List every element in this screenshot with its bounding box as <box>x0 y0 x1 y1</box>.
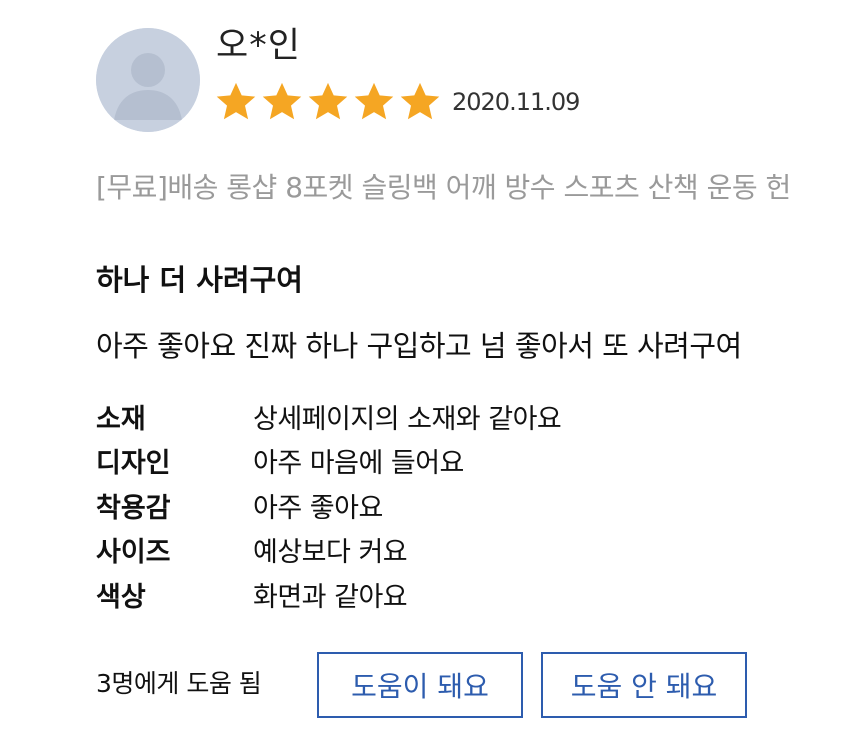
survey-answer: 아주 좋아요 <box>253 492 383 524</box>
survey-answer: 상세페이지의 소재와 같아요 <box>253 403 562 435</box>
survey-label: 디자인 <box>96 448 171 480</box>
survey-answer: 예상보다 커요 <box>253 537 408 569</box>
helpful-button[interactable]: 도움이 돼요 <box>317 652 523 718</box>
survey-row-color: 색상 화면과 같아요 <box>96 572 561 617</box>
survey-label: 색상 <box>96 581 146 613</box>
survey-answer: 화면과 같아요 <box>253 581 408 613</box>
star-icon <box>216 82 256 120</box>
reviewer-name: 오*인 <box>216 26 301 66</box>
review-card: 오*인 2020.11.09 [무료]배송 롱샵 8포켓 슬링백 어깨 방수 스… <box>0 0 860 748</box>
star-icon <box>354 82 394 120</box>
star-icon <box>308 82 348 120</box>
survey-row-fit: 착용감 아주 좋아요 <box>96 483 561 528</box>
star-rating <box>214 80 442 124</box>
star-icon <box>400 82 440 120</box>
survey-answer: 아주 마음에 들어요 <box>253 448 464 480</box>
survey-row-design: 디자인 아주 마음에 들어요 <box>96 439 561 484</box>
user-silhouette-icon <box>96 28 200 132</box>
survey-label: 소재 <box>96 403 146 435</box>
review-date: 2020.11.09 <box>452 88 580 116</box>
star-icon <box>262 82 302 120</box>
survey-row-size: 사이즈 예상보다 커요 <box>96 528 561 573</box>
survey-label: 착용감 <box>96 492 171 524</box>
survey-row-material: 소재 상세페이지의 소재와 같아요 <box>96 394 562 439</box>
survey-label: 사이즈 <box>96 537 171 569</box>
survey-table: 소재 상세페이지의 소재와 같아요 디자인 아주 마음에 들어요 착용감 아주 … <box>96 394 562 617</box>
rating-row: 2020.11.09 <box>214 80 580 124</box>
helpful-count: 3명에게 도움 됨 <box>96 669 262 698</box>
review-body: 아주 좋아요 진짜 하나 구입하고 넘 좋아서 또 사려구여 <box>96 329 742 363</box>
not-helpful-button[interactable]: 도움 안 돼요 <box>541 652 747 718</box>
product-name: [무료]배송 롱샵 8포켓 슬링백 어깨 방수 스포츠 산책 운동 헌 <box>96 171 791 204</box>
avatar <box>96 28 200 132</box>
review-headline: 하나 더 사려구여 <box>96 263 303 297</box>
